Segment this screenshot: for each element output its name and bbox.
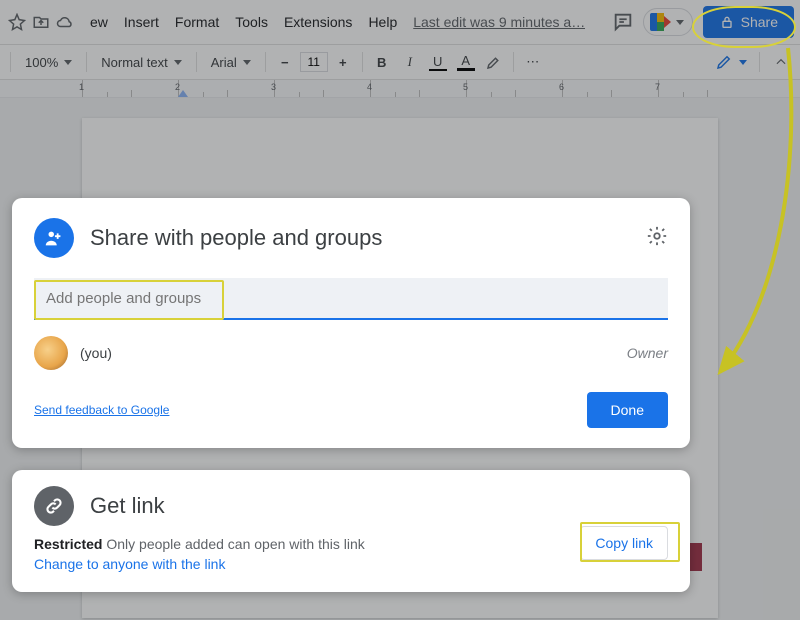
person-row: (you) Owner: [34, 336, 668, 370]
person-you-label: (you): [80, 345, 112, 361]
link-icon: [34, 486, 74, 526]
people-icon: [34, 218, 74, 258]
avatar: [34, 336, 68, 370]
share-modal-title: Share with people and groups: [90, 225, 382, 251]
send-feedback-link[interactable]: Send feedback to Google: [34, 403, 169, 417]
copy-link-button[interactable]: Copy link: [580, 526, 668, 560]
person-role: Owner: [627, 345, 668, 361]
settings-icon[interactable]: [646, 225, 668, 252]
change-access-link[interactable]: Change to anyone with the link: [34, 556, 668, 572]
link-restriction-text: Restricted Only people added can open wi…: [34, 536, 668, 552]
get-link-modal: Get link Restricted Only people added ca…: [12, 470, 690, 592]
get-link-title: Get link: [90, 493, 165, 519]
done-button[interactable]: Done: [587, 392, 668, 428]
share-modal: Share with people and groups (you) Owner…: [12, 198, 690, 448]
add-people-input[interactable]: [34, 278, 668, 320]
